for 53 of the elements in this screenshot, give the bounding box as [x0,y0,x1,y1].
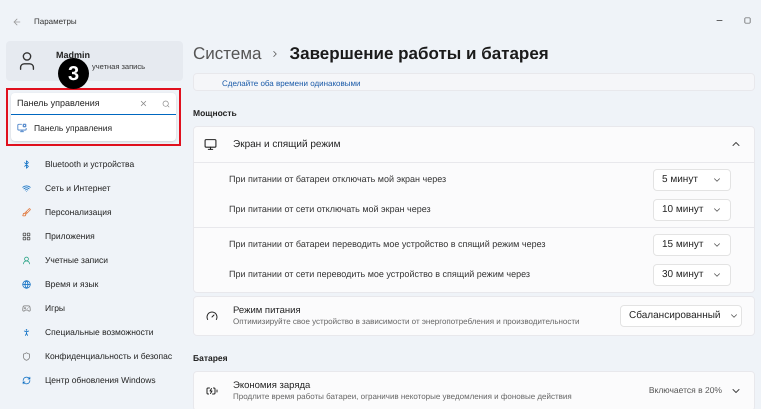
setting-label: При питании от батареи переводить мое устройство в спящий режим через [229,238,547,251]
user-icon [22,256,31,264]
bluetooth-icon [22,160,31,168]
update-icon [22,376,31,384]
breadcrumb-parent[interactable]: Система [193,41,262,67]
step-badge: 3 [58,58,89,89]
section-heading: Мощность [193,107,238,120]
dropdown[interactable]: 5 минут [653,168,731,191]
nav-item[interactable]: Игры [45,302,66,314]
setting-label: При питании от сети переводить мое устройство в спящий режим через [229,268,532,281]
link[interactable]: Сделайте оба времени одинаковыми [222,78,360,90]
clear-icon[interactable] [139,99,148,108]
dropdown[interactable]: Сбалансированный [620,304,742,327]
maximize-icon[interactable] [744,16,750,24]
battery-icon [206,384,218,396]
nav-item[interactable]: Учетные записи [45,254,108,266]
card-title: Экран и спящий режим [233,138,342,152]
nav-item[interactable]: Приложения [45,230,95,242]
search-suggestion[interactable]: Панель управления [11,115,176,141]
nav-item[interactable]: Время и язык [45,278,98,290]
nav-item[interactable]: Сеть и Интернет [45,182,110,194]
card-description: Продлите время работы батареи, ограничив некоторые уведомления и фоновые действия [233,392,573,402]
search-field[interactable]: Панель управления [11,93,176,115]
apps-icon [22,232,31,240]
globe-icon [22,280,31,288]
gauge-icon [206,310,218,322]
back-arrow-icon[interactable] [12,17,22,27]
nav-item[interactable]: Bluetooth и устройства [45,158,134,170]
gamepad-icon [22,304,31,312]
status-text: Включается в 20% [648,384,722,397]
wifi-icon [22,184,31,192]
section-heading: Батарея [193,352,229,364]
dropdown[interactable]: 15 минут [653,234,731,256]
shield-icon [22,352,31,360]
card-description: Оптимизируйте свое устройство в зависимости от энергопотребления и производительности [233,316,580,327]
nav-item[interactable]: Центр обновления Windows [45,374,156,386]
dropdown[interactable]: 10 минут [653,198,731,221]
setting-label: При питании от сети отключать мой экран через [229,203,432,216]
account-name: Madmin [56,50,92,61]
control-panel-icon [17,123,27,133]
search-icon[interactable] [162,100,170,108]
brush-icon [22,208,31,216]
setting-label: При питании от батареи отключать мой экран через [229,173,448,186]
window-title: Параметры [34,16,77,28]
page-title: Завершение работы и батарея [289,43,549,66]
dropdown[interactable]: 30 минут [653,264,731,286]
card-title: Режим питания [233,304,302,317]
nav-item[interactable]: Персонализация [45,206,112,218]
nav-item[interactable]: Конфиденциальность и безопас [45,350,172,362]
card-title: Экономия заряда [233,380,312,392]
accessibility-icon [22,328,31,336]
nav-item[interactable]: Специальные возможности [45,326,154,338]
monitor-icon [204,138,217,151]
